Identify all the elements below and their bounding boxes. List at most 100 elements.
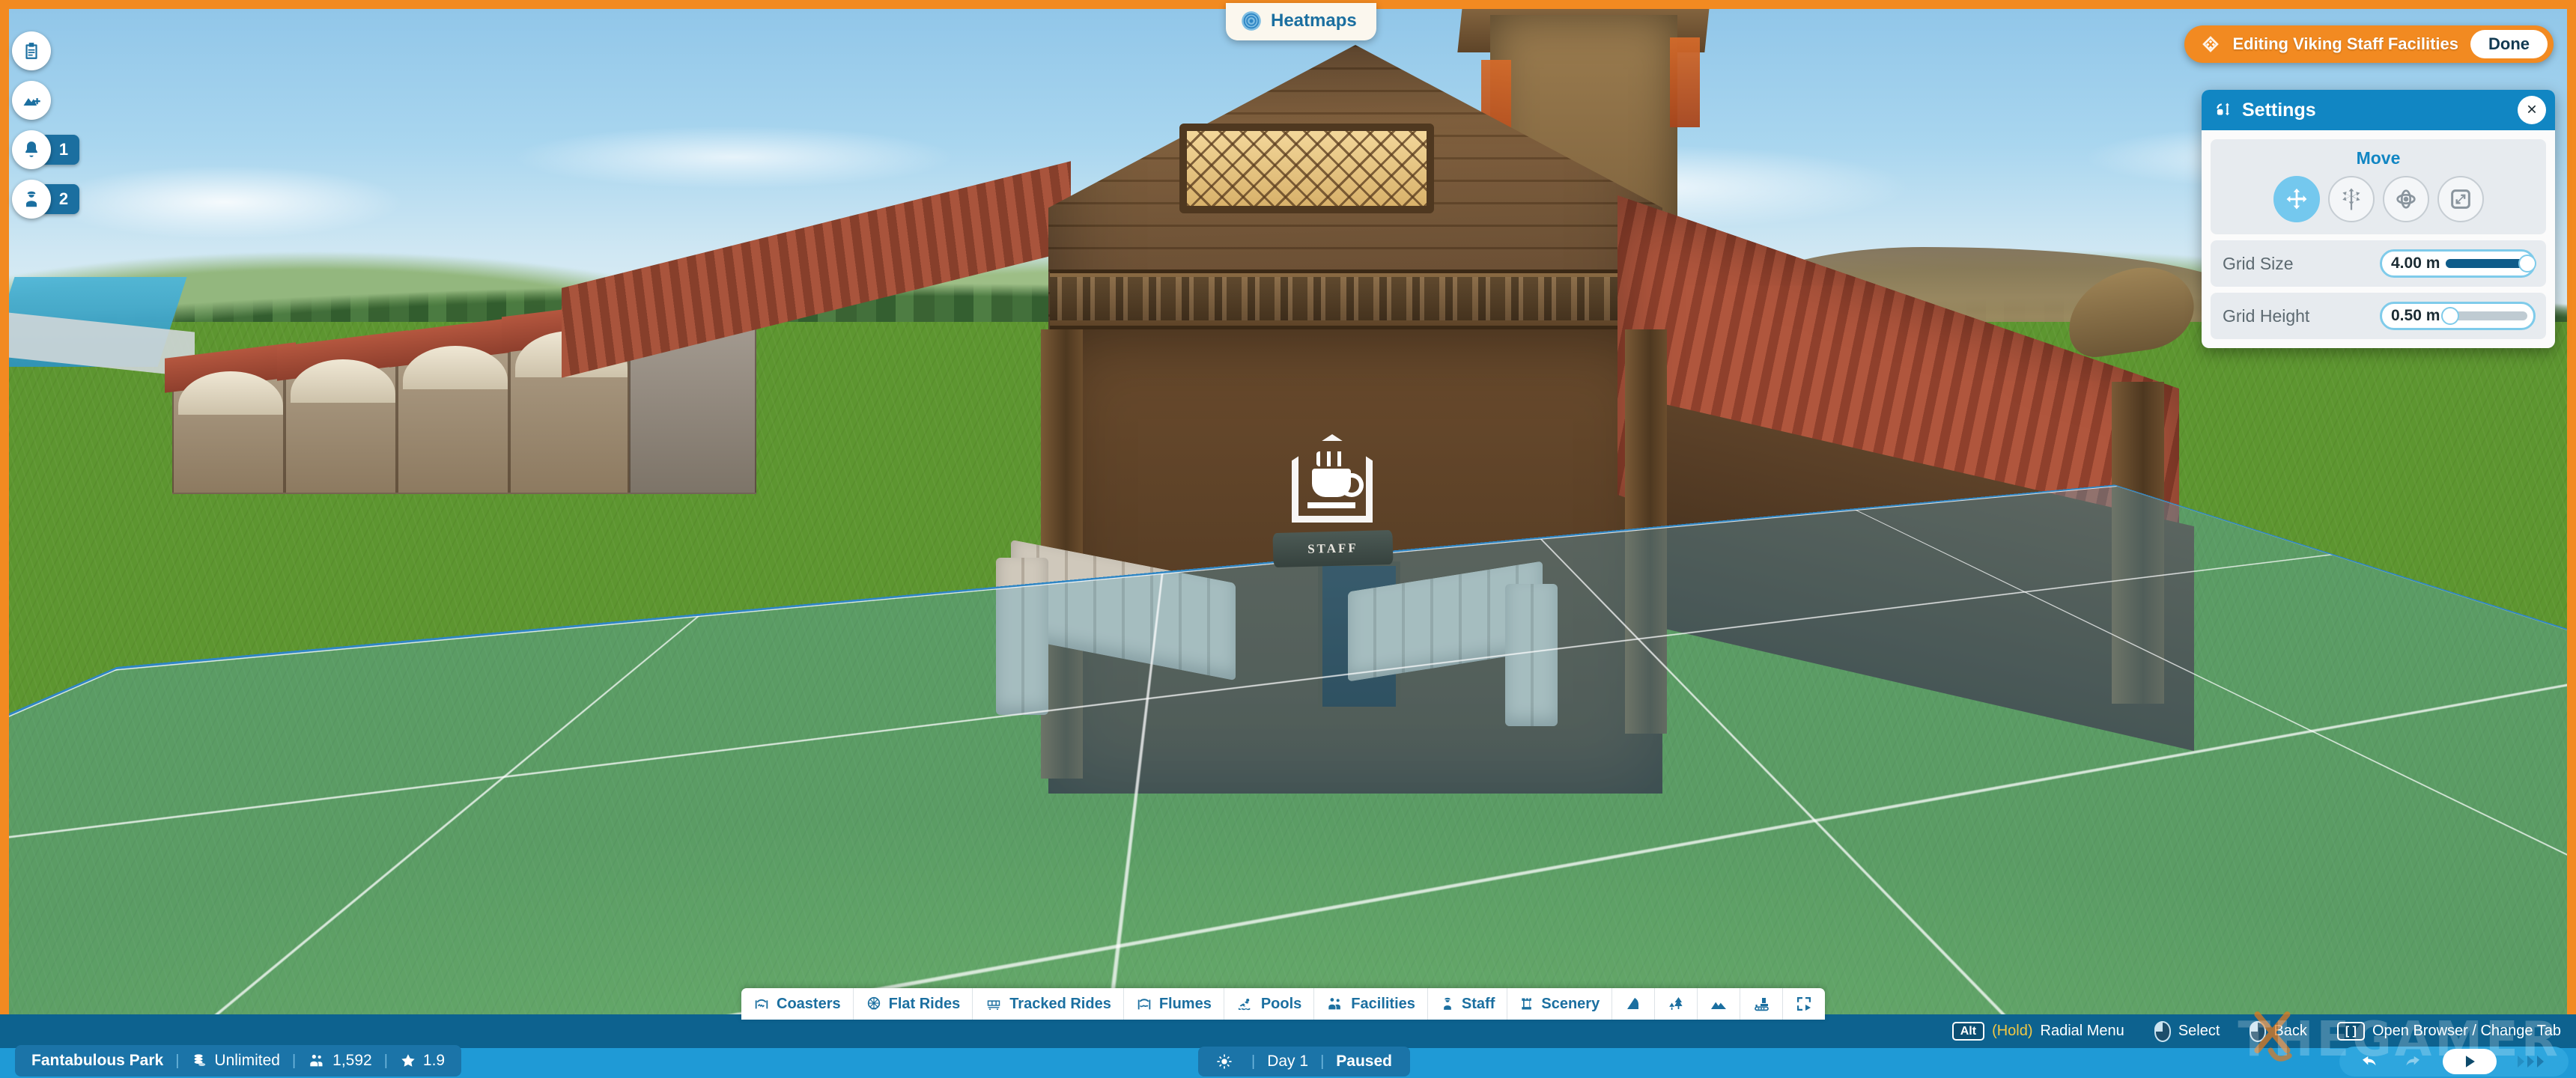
grid-diamond-icon <box>2201 34 2220 54</box>
toolbar-item-pools[interactable]: Pools <box>1224 988 1315 1020</box>
key-badge-alt: Alt <box>1951 1021 1985 1041</box>
park-name: Fantabulous Park <box>31 1052 164 1069</box>
grid-size-row: Grid Size 4.00 m <box>2211 240 2546 287</box>
money-value: Unlimited <box>214 1052 280 1069</box>
sidebar-item-staff-alerts[interactable]: 2 <box>12 180 79 219</box>
redo-arrow-icon[interactable] <box>2401 1052 2423 1071</box>
grid-size-knob[interactable] <box>2518 255 2536 272</box>
grid-height-knob[interactable] <box>2440 307 2459 325</box>
toolbar-item-demolish[interactable] <box>1740 988 1784 1020</box>
toolbar-item-flat-rides[interactable]: Flat Rides <box>854 988 973 1020</box>
toolbar-item-coasters[interactable]: Coasters <box>741 988 854 1020</box>
toolbar-item-view-mode[interactable] <box>1783 988 1825 1020</box>
heatmaps-button[interactable]: Heatmaps <box>1226 3 1376 40</box>
toolbar-label-pools: Pools <box>1260 995 1302 1012</box>
heatmap-target-icon <box>1241 10 1262 31</box>
grid-height-track[interactable] <box>2440 307 2527 325</box>
divider: | <box>1251 1053 1256 1070</box>
undo-arrow-icon[interactable] <box>2359 1052 2381 1071</box>
toolbar-item-terrain[interactable] <box>1698 988 1741 1020</box>
toolbar-item-scenery[interactable]: Scenery <box>1507 988 1613 1020</box>
six-way-arrows-icon[interactable] <box>2327 176 2375 222</box>
toolbar-item-facilities[interactable]: Facilities <box>1314 988 1428 1020</box>
hint-label-select: Select <box>2178 1023 2220 1039</box>
grid-height-row: Grid Height 0.50 m <box>2211 293 2546 339</box>
sidebar-item-notifications[interactable]: 1 <box>12 130 79 169</box>
steam-icon <box>1316 451 1348 466</box>
key-badge-brackets: [ ] <box>2336 1021 2365 1041</box>
playback-controls <box>2339 1047 2569 1077</box>
toolbar-label-staff: Staff <box>1461 995 1495 1012</box>
status-bar: Fantabulous Park | Unlimited | 1,592 | 1… <box>0 1045 2576 1078</box>
divider: | <box>175 1052 180 1069</box>
park-rating: 1.9 <box>422 1052 446 1069</box>
toolbar-label-coasters: Coasters <box>777 995 841 1012</box>
saucer-shape <box>1307 502 1355 508</box>
hint-label-radial-menu: Radial Menu <box>2040 1023 2124 1039</box>
hint-label-back: Back <box>2273 1023 2307 1039</box>
play-triangle-icon[interactable] <box>2443 1049 2497 1074</box>
hint-hold-text: (Hold) <box>1992 1023 2033 1039</box>
toolbar-item-paths[interactable] <box>1612 988 1656 1020</box>
close-icon[interactable] <box>2518 96 2546 124</box>
mouse-right-icon <box>2250 1020 2267 1042</box>
toolbar-item-tracked-rides[interactable]: Tracked Rides <box>973 988 1124 1020</box>
done-button[interactable]: Done <box>2470 30 2548 58</box>
hint-label-open-browser: Open Browser / Change Tab <box>2372 1023 2561 1039</box>
editing-mode-label: Editing Viking Staff Facilities <box>2232 34 2458 53</box>
left-icon-rail: 1 2 <box>12 31 79 219</box>
grid-height-slider[interactable]: 0.50 m <box>2380 302 2536 330</box>
grid-size-slider[interactable]: 4.00 m <box>2380 249 2536 278</box>
toolbar-label-facilities: Facilities <box>1351 995 1415 1012</box>
staff-sign-plate: STAFF <box>1272 529 1394 568</box>
toolbar-label-tracked-rides: Tracked Rides <box>1009 995 1111 1012</box>
staff-sign-text: STAFF <box>1307 540 1359 556</box>
toolbar-item-staff[interactable]: Staff <box>1428 988 1508 1020</box>
sim-state: Paused <box>1336 1053 1392 1070</box>
divider: | <box>291 1052 297 1069</box>
settings-title: Settings <box>2242 99 2316 121</box>
guest-count: 1,592 <box>332 1052 372 1069</box>
orbit-rotate-icon[interactable] <box>2382 176 2429 222</box>
day-counter: Day 1 <box>1267 1053 1309 1070</box>
build-toolbar: Coasters Flat Rides Tracked Rides Flumes… <box>741 988 1826 1020</box>
grid-height-value: 0.50 m <box>2391 307 2440 324</box>
four-way-arrows-icon[interactable] <box>2273 176 2320 222</box>
clipboard-icon[interactable] <box>12 31 51 70</box>
staff-person-icon[interactable] <box>12 180 51 219</box>
edit-mode-border-right <box>2567 0 2576 1014</box>
move-section: Move <box>2211 139 2546 234</box>
heatmaps-label: Heatmaps <box>1271 10 1357 31</box>
grid-size-value: 4.00 m <box>2391 255 2440 272</box>
hint-open-browser: [ ] Open Browser / Change Tab <box>2336 1021 2561 1041</box>
grid-size-label: Grid Size <box>2223 253 2294 273</box>
divider: | <box>1320 1053 1325 1070</box>
mouse-left-icon <box>2154 1020 2171 1042</box>
sidebar-item-new-park[interactable] <box>12 81 79 120</box>
mountain-plus-icon[interactable] <box>12 81 51 120</box>
toolbar-label-scenery: Scenery <box>1541 995 1600 1012</box>
toolbar-item-nature[interactable] <box>1655 988 1698 1020</box>
settings-tool-icon <box>2214 100 2233 120</box>
move-section-title: Move <box>2356 148 2401 168</box>
sun-icon <box>1216 1053 1233 1070</box>
game-viewport[interactable]: STAFF <box>0 0 2576 1078</box>
toolbar-label-flat-rides: Flat Rides <box>888 995 961 1012</box>
toolbar-label-flumes: Flumes <box>1158 995 1212 1012</box>
editing-mode-bar: Editing Viking Staff Facilities Done <box>2184 25 2554 63</box>
fast-forward-icon[interactable] <box>2516 1053 2549 1071</box>
time-status-group: | Day 1 | Paused <box>1198 1047 1410 1077</box>
sidebar-item-management[interactable] <box>12 31 79 70</box>
grid-size-track[interactable] <box>2446 255 2536 272</box>
resize-expand-icon[interactable] <box>2437 176 2484 222</box>
bell-icon[interactable] <box>12 130 51 169</box>
toolbar-item-flumes[interactable]: Flumes <box>1124 988 1224 1020</box>
star-icon <box>400 1053 416 1069</box>
guests-icon <box>308 1053 326 1069</box>
settings-header: Settings <box>2202 90 2555 130</box>
settings-panel: Settings Move Grid Size 4.00 m Grid Heig… <box>2202 90 2555 348</box>
hint-radial-menu: Alt (Hold) Radial Menu <box>1951 1021 2124 1041</box>
edit-mode-border-left <box>0 0 9 1014</box>
grid-size-fill <box>2446 259 2527 268</box>
hint-select: Select <box>2154 1020 2220 1042</box>
